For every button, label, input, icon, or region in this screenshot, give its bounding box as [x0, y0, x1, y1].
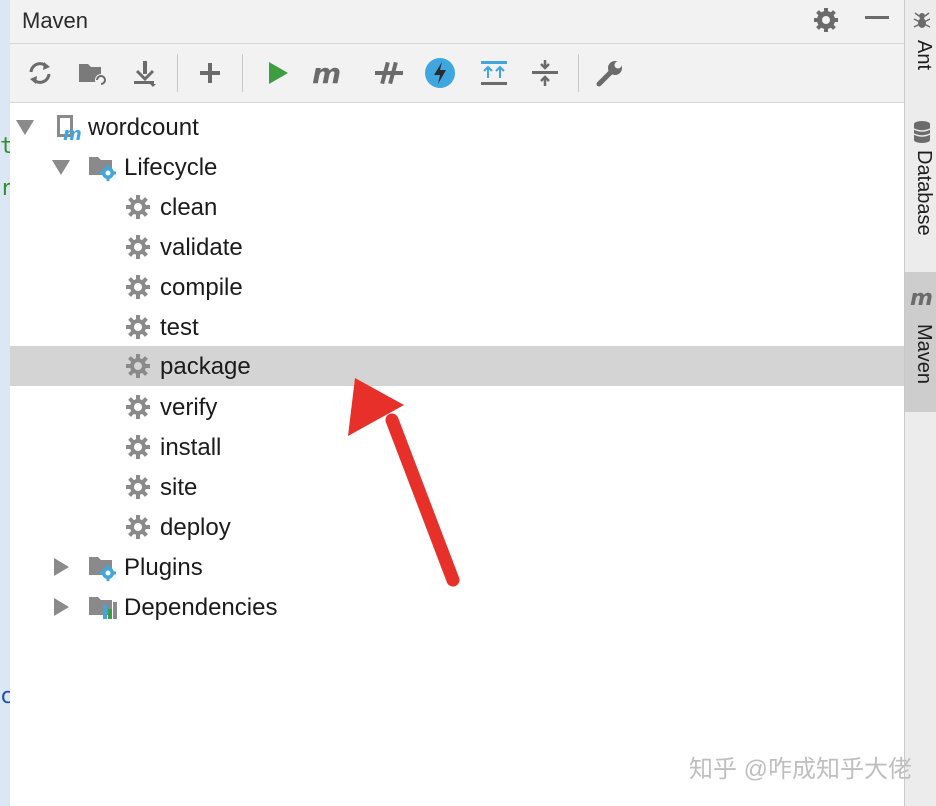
panel-title: Maven — [22, 8, 89, 33]
tool-tab-database[interactable]: Database — [905, 110, 936, 270]
annotation-arrow — [348, 378, 460, 587]
gear-icon — [124, 273, 152, 301]
tree-label: package — [160, 353, 251, 380]
tool-tab-ant[interactable]: Ant — [905, 0, 936, 95]
gear-icon — [124, 473, 152, 501]
gear-icon — [124, 393, 152, 421]
lifecycle-goal[interactable]: clean — [10, 187, 904, 227]
lifecycle-goal[interactable]: compile — [10, 267, 904, 307]
tool-tab-label: Maven — [913, 324, 935, 385]
tree-label: deploy — [160, 514, 231, 541]
folder-gear-icon — [88, 153, 116, 181]
folder-chart-icon — [88, 593, 117, 621]
offline-icon[interactable] — [372, 56, 406, 90]
tool-tab-label: Database — [913, 150, 935, 236]
gear-icon — [124, 313, 152, 341]
toolbar-separator — [242, 54, 243, 92]
watermark: 知乎 @咋成知乎大佬 — [688, 756, 912, 783]
folder-refresh-icon[interactable] — [76, 56, 110, 90]
panel-header: Maven — [10, 0, 904, 44]
expand-arrow-icon[interactable] — [54, 558, 69, 576]
toolbar: m — [10, 44, 904, 103]
play-icon[interactable] — [260, 56, 294, 90]
gear-icon — [124, 193, 152, 221]
tree-label: install — [160, 434, 222, 461]
gear-icon — [124, 233, 152, 261]
gear-icon — [124, 352, 152, 380]
collapse-icon[interactable] — [528, 56, 562, 90]
tree-label: test — [160, 314, 199, 341]
tree-label: site — [160, 474, 198, 501]
right-tool-strip: Ant Database m Maven — [904, 0, 936, 806]
tool-tab-maven[interactable]: m Maven — [905, 272, 936, 412]
collapse-arrow-icon[interactable] — [52, 160, 70, 175]
tree-label: Dependencies — [124, 594, 278, 621]
gear-icon — [124, 433, 152, 461]
gear-icon — [124, 513, 152, 541]
expand-arrow-icon[interactable] — [54, 598, 69, 616]
toolbar-separator — [177, 54, 178, 92]
svg-text:m: m — [312, 58, 341, 88]
tree-label: clean — [160, 194, 218, 221]
tool-tab-label: Ant — [913, 40, 935, 71]
download-icon[interactable] — [128, 56, 162, 90]
tree-node-project[interactable]: m wordcount — [10, 107, 904, 147]
tree-label: verify — [160, 394, 218, 421]
svg-text:m: m — [63, 124, 82, 141]
tree-label: wordcount — [88, 114, 199, 141]
lightning-icon[interactable] — [423, 56, 457, 90]
tree-label: Plugins — [124, 554, 203, 581]
maven-project-icon: m — [54, 113, 82, 145]
tree-node-dependencies[interactable]: Dependencies — [10, 587, 904, 627]
tree-label: Lifecycle — [124, 154, 218, 181]
tree-node-lifecycle[interactable]: Lifecycle — [10, 147, 904, 187]
svg-text:m: m — [910, 286, 933, 308]
tree-label: validate — [160, 234, 243, 261]
ant-icon — [913, 12, 931, 28]
refresh-icon[interactable] — [23, 56, 57, 90]
wrench-icon[interactable] — [593, 56, 627, 90]
minimize-icon[interactable] — [865, 16, 889, 19]
maven-m-icon: m — [910, 286, 933, 308]
plus-icon[interactable] — [193, 56, 227, 90]
database-icon — [913, 121, 931, 143]
folder-gear-icon — [88, 553, 116, 581]
tree-label: compile — [160, 274, 243, 301]
gear-icon[interactable] — [811, 5, 841, 35]
expand-icon[interactable] — [477, 56, 511, 90]
maven-m-icon[interactable]: m — [311, 56, 345, 90]
collapse-arrow-icon[interactable] — [16, 120, 34, 135]
toolbar-separator — [578, 54, 579, 92]
lifecycle-goal[interactable]: test — [10, 307, 904, 347]
lifecycle-goal[interactable]: validate — [10, 227, 904, 267]
